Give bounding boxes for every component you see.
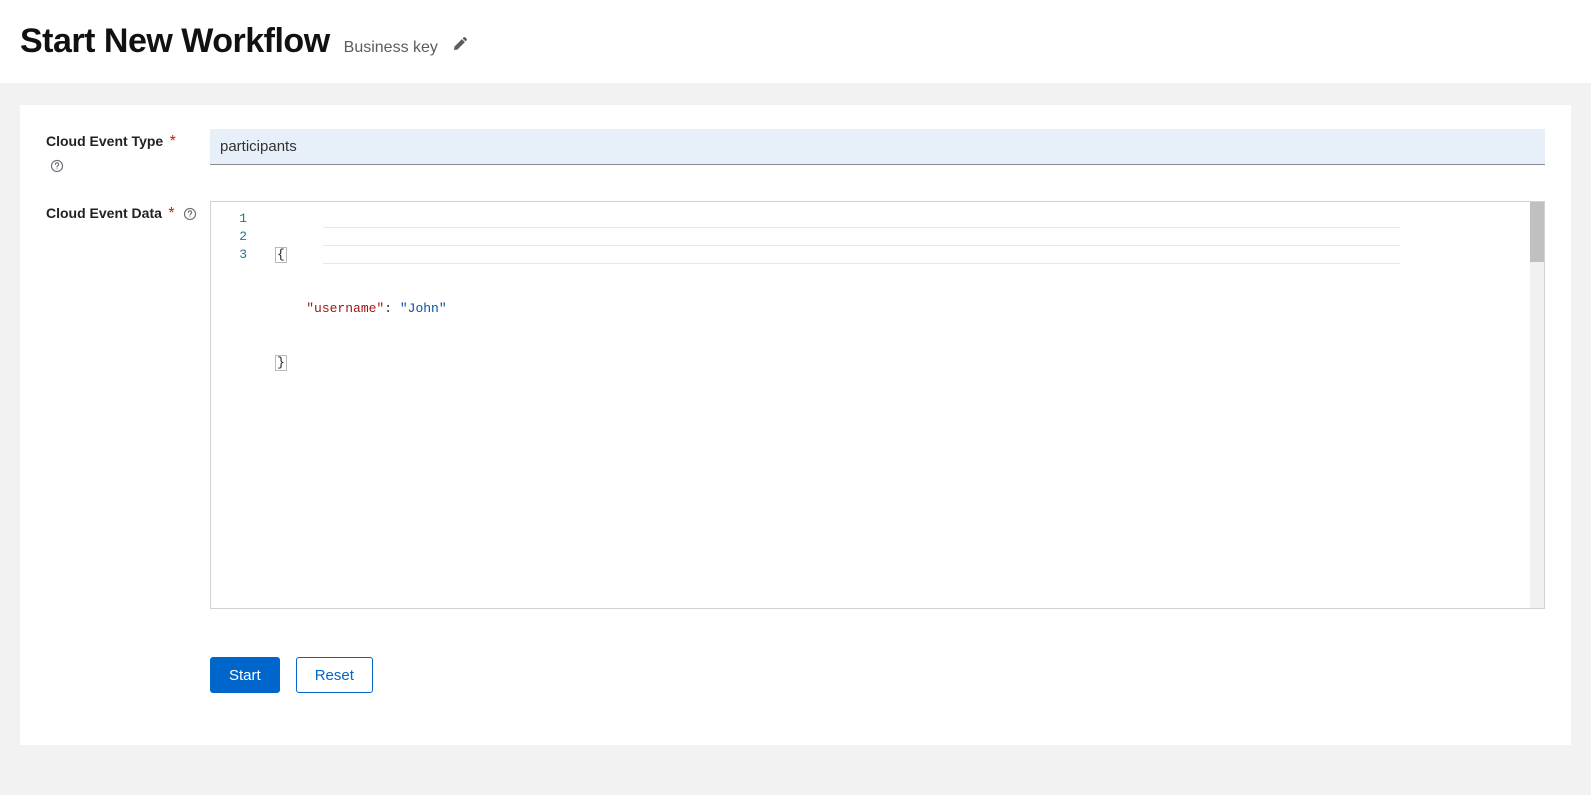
business-key-label: Business key xyxy=(344,39,438,57)
control-col-event-data: 1 2 3 { "username": "John" } xyxy=(210,201,1545,609)
required-marker: * xyxy=(170,133,176,150)
brace-close: } xyxy=(275,355,287,371)
code-scroll-thumb[interactable] xyxy=(1530,202,1544,262)
gutter-line: 2 xyxy=(219,228,247,246)
page-title: Start New Workflow xyxy=(20,22,330,61)
page-header: Start New Workflow Business key xyxy=(0,0,1591,83)
header-divider xyxy=(0,83,1591,105)
gutter-line: 3 xyxy=(219,246,247,264)
row-event-type: Cloud Event Type * xyxy=(46,129,1545,175)
code-gutter: 1 2 3 xyxy=(211,202,259,608)
control-col-event-type xyxy=(210,129,1545,165)
label-event-type: Cloud Event Type xyxy=(46,133,163,149)
json-colon: : xyxy=(384,301,400,316)
code-scrollbar[interactable] xyxy=(1530,202,1544,608)
help-icon-event-type[interactable] xyxy=(50,159,64,173)
label-col-event-data: Cloud Event Data * xyxy=(46,201,210,223)
button-row: Start Reset xyxy=(46,657,1545,693)
required-marker: * xyxy=(168,205,174,222)
code-line: "username": "John" xyxy=(275,300,1530,318)
json-key: "username" xyxy=(306,301,384,316)
content-wrap: Cloud Event Type * xyxy=(0,105,1591,795)
code-minimap xyxy=(1416,212,1496,226)
line-underline xyxy=(323,263,1400,264)
line-underline xyxy=(323,227,1400,228)
json-string: "John" xyxy=(400,301,447,316)
form-card: Cloud Event Type * xyxy=(20,105,1571,745)
code-body[interactable]: { "username": "John" } xyxy=(259,202,1530,608)
help-icon-event-data[interactable] xyxy=(183,207,197,221)
edit-icon[interactable] xyxy=(452,36,468,52)
event-type-input[interactable] xyxy=(210,129,1545,165)
label-col-event-type: Cloud Event Type * xyxy=(46,129,210,175)
start-button[interactable]: Start xyxy=(210,657,280,693)
reset-button[interactable]: Reset xyxy=(296,657,373,693)
gutter-line: 1 xyxy=(219,210,247,228)
code-line: } xyxy=(275,354,1530,372)
page-root: Start New Workflow Business key Cloud Ev… xyxy=(0,0,1591,804)
brace-open: { xyxy=(275,247,287,263)
line-underline xyxy=(323,245,1400,246)
event-data-editor[interactable]: 1 2 3 { "username": "John" } xyxy=(210,201,1545,609)
label-event-data: Cloud Event Data xyxy=(46,205,162,221)
row-event-data: Cloud Event Data * 1 2 xyxy=(46,201,1545,609)
code-line: { xyxy=(275,246,1530,264)
